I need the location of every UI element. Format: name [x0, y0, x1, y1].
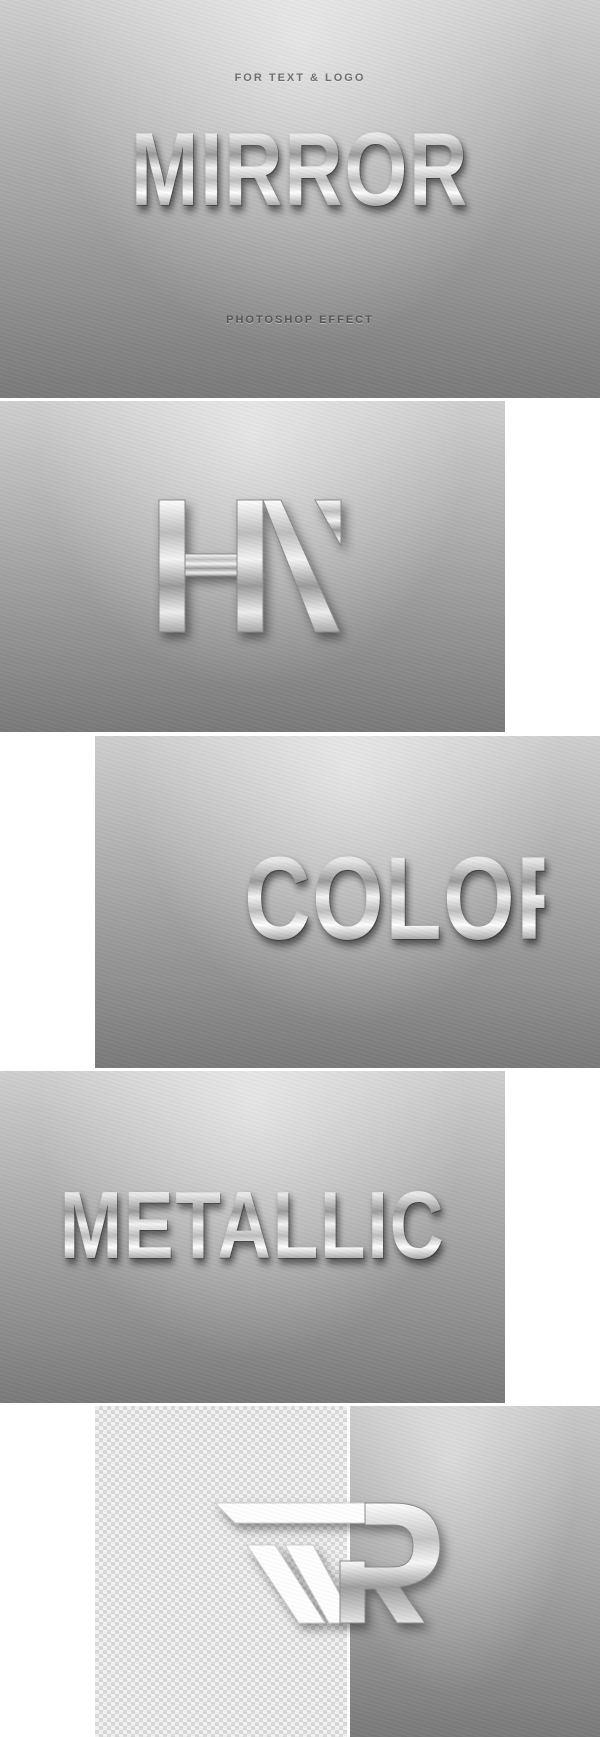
caption-for-text-logo: FOR TEXT & LOGO: [234, 72, 366, 84]
metallic-title: METALLIC: [56, 1178, 450, 1274]
mirror-title: MIRROR: [66, 118, 534, 222]
panel-color: COLOR: [95, 736, 600, 1068]
panel-mirror: FOR TEXT & LOGO MIRROR PHOTOSHOP EFFECT: [0, 0, 600, 398]
color-title: COLOR: [151, 840, 583, 958]
panel-metallic: METALLIC: [0, 1071, 505, 1403]
panel-hn-logo: [0, 401, 505, 732]
hn-logo-icon: [158, 499, 342, 633]
mockup-preview-sheet: FOR TEXT & LOGO MIRROR PHOTOSHOP EFFECT: [0, 0, 600, 1737]
r-logo-icon: [215, 1502, 441, 1624]
caption-photoshop-effect: PHOTOSHOP EFFECT: [226, 314, 374, 326]
panel-r-logo-split: [95, 1406, 600, 1737]
